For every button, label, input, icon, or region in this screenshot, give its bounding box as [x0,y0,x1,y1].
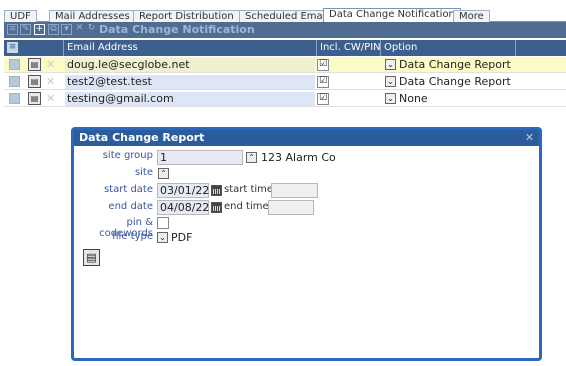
table-row[interactable]: ▤ ✕ testing@gmail.com ☑ ⌄ None [4,91,566,107]
row-delete-icon[interactable]: ✕ [46,76,55,87]
row-edit-icon[interactable] [9,59,20,70]
report-icon[interactable]: ▤ [83,249,100,266]
grid-header: ≡ Email Address Incl. CW/PIN Option [4,40,566,56]
end-time-input[interactable] [268,200,314,215]
table-row[interactable]: ▤ ✕ doug.le@secglobe.net ☑ ⌄ Data Change… [4,57,566,73]
end-time-label: end time [224,201,269,212]
edit-icon[interactable]: ✎ [20,24,31,35]
email-cell[interactable]: testing@gmail.com [65,92,315,106]
start-date-input[interactable]: 03/01/22 [157,183,209,198]
option-value[interactable]: Data Change Report [399,58,511,71]
calendar-icon[interactable] [211,185,222,196]
add-icon[interactable]: + [34,24,45,35]
incl-cw-pin-checkbox[interactable]: ☑ [317,76,329,88]
incl-cw-pin-checkbox[interactable]: ☑ [317,59,329,71]
option-dropdown-icon[interactable]: ⌄ [385,59,396,70]
row-edit-icon[interactable] [9,76,20,87]
copy-icon[interactable]: ⧉ [48,24,59,35]
column-option[interactable]: Option [384,42,417,53]
refresh-icon[interactable]: ↻ [86,24,97,35]
list-icon[interactable]: ≡ [7,42,18,53]
email-cell[interactable]: doug.le@secglobe.net [65,58,315,72]
incl-cw-pin-checkbox[interactable]: ☑ [317,93,329,105]
row-notes-icon[interactable]: ▤ [28,92,41,105]
row-notes-icon[interactable]: ▤ [28,75,41,88]
option-value[interactable]: Data Change Report [399,75,511,88]
start-time-input[interactable] [271,183,318,198]
email-cell[interactable]: test2@test.test [65,75,315,89]
filter-icon[interactable]: ▾ [61,24,72,35]
dialog-title: Data Change Report [74,130,539,146]
row-edit-icon[interactable] [9,93,20,104]
site-group-input[interactable]: 1 [157,150,243,165]
calendar-icon[interactable] [211,202,222,213]
site-label: site [134,167,153,178]
chevron-down-icon[interactable]: ⌄ [157,232,168,243]
toolbar: ≡ ✎ + ⧉ ▾ ✕ ↻ Data Change Notification [4,22,566,38]
end-date-input[interactable]: 04/08/22 [157,200,209,215]
file-type-value[interactable]: PDF [171,231,192,244]
row-delete-icon[interactable]: ✕ [46,59,55,70]
start-time-label: start time [224,184,274,195]
option-dropdown-icon[interactable]: ⌄ [385,76,396,87]
delete-icon[interactable]: ✕ [74,24,85,35]
column-incl-cw-pin[interactable]: Incl. CW/PIN [320,42,381,53]
pin-codewords-checkbox[interactable] [157,217,169,229]
file-type-label: file type [112,231,153,242]
column-email-address[interactable]: Email Address [67,42,138,53]
row-delete-icon[interactable]: ✕ [46,93,55,104]
option-value[interactable]: None [399,92,428,105]
row-notes-icon[interactable]: ▤ [28,58,41,71]
tab-bar: UDF Mail Addresses Report Distribution S… [4,0,566,24]
site-group-name: 123 Alarm Co [261,151,336,164]
start-date-label: start date [103,184,153,195]
list-icon[interactable]: ≡ [7,24,18,35]
chevron-up-icon[interactable]: ⌃ [158,168,169,179]
end-date-label: end date [108,201,153,212]
toolbar-title: Data Change Notification [99,23,255,36]
data-change-report-dialog: Data Change Report ✕ site group 1 ⌃ 123 … [71,127,542,361]
site-group-label: site group [102,150,153,161]
option-dropdown-icon[interactable]: ⌄ [385,93,396,104]
table-row[interactable]: ▤ ✕ test2@test.test ☑ ⌄ Data Change Repo… [4,74,566,90]
chevron-up-icon[interactable]: ⌃ [246,152,257,163]
close-icon[interactable]: ✕ [524,132,535,143]
